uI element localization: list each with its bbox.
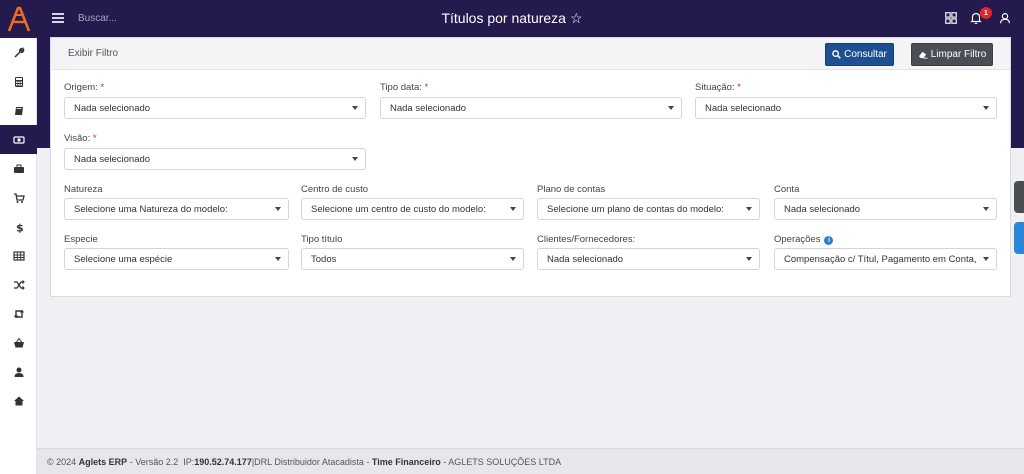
- chevron-down-icon: [983, 207, 989, 211]
- limpar-filtro-button[interactable]: Limpar Filtro: [911, 43, 993, 66]
- footer-owner: - AGLETS SOLUÇÕES LTDA: [443, 456, 562, 467]
- user-profile-icon[interactable]: [998, 11, 1014, 27]
- sidebar: $: [0, 38, 37, 474]
- tipo-titulo-label: Tipo título: [301, 234, 343, 245]
- centro-custo-label: Centro de custo: [301, 184, 369, 195]
- sidebar-item-cart[interactable]: [0, 183, 37, 212]
- footer-company: |DRL Distribuidor Atacadista -: [251, 456, 370, 467]
- chevron-down-icon: [746, 207, 752, 211]
- conta-select[interactable]: Nada selecionado: [774, 198, 997, 220]
- tipo-titulo-select[interactable]: Todos: [301, 248, 524, 270]
- chevron-down-icon: [352, 106, 358, 110]
- home-icon: [13, 396, 24, 405]
- chevron-down-icon: [746, 257, 752, 261]
- plano-contas-label: Plano de contas: [537, 184, 606, 195]
- page-title: Títulos por natureza: [441, 10, 566, 26]
- natureza-label: Natureza: [64, 184, 103, 195]
- sidebar-item-basket[interactable]: [0, 328, 37, 357]
- footer: © 2024 Aglets ERP - Versão 2.2 IP: 190.52…: [37, 448, 1024, 474]
- footer-ip-label: IP:: [183, 456, 195, 467]
- tipo-data-select[interactable]: Nada selecionado: [380, 97, 682, 119]
- origem-select[interactable]: Nada selecionado: [64, 97, 366, 119]
- chevron-down-icon: [983, 106, 989, 110]
- natureza-select[interactable]: Selecione uma Natureza do modelo:: [64, 198, 289, 220]
- toggle-filter-link[interactable]: Exibir Filtro: [68, 48, 118, 59]
- sidebar-item-tools[interactable]: [0, 38, 37, 67]
- info-icon[interactable]: i: [824, 236, 834, 245]
- sidebar-item-user[interactable]: [0, 357, 37, 386]
- shuffle-icon: [13, 279, 25, 290]
- chevron-down-icon: [510, 207, 516, 211]
- filter-panel: Exibir Filtro Consultar Limpar Filtro Or…: [50, 37, 1011, 297]
- footer-version: - Versão 2.2: [129, 456, 179, 467]
- clientes-select[interactable]: Nada selecionado: [537, 248, 760, 270]
- sidebar-item-shuffle[interactable]: [0, 270, 37, 299]
- situacao-label: Situação: *: [695, 82, 741, 93]
- sidebar-item-briefcase[interactable]: [0, 154, 37, 183]
- origem-label: Origem: *: [64, 82, 105, 93]
- chevron-down-icon: [275, 257, 281, 261]
- footer-ip: 190.52.74.177: [194, 456, 252, 467]
- chevron-down-icon: [275, 207, 281, 211]
- money-icon: [12, 135, 25, 144]
- footer-module: Time Financeiro: [371, 456, 441, 467]
- sidebar-item-retweet[interactable]: [0, 299, 37, 328]
- especie-select[interactable]: Selecione uma espécie: [64, 248, 289, 270]
- svg-text:$: $: [16, 221, 24, 233]
- chevron-down-icon: [352, 157, 358, 161]
- footer-app-name: Aglets ERP: [78, 456, 128, 467]
- page-title-wrap: Títulos por natureza ☆: [0, 10, 1024, 27]
- sidebar-item-financeiro[interactable]: [0, 125, 37, 154]
- side-panel-tab-dark[interactable]: [1014, 181, 1024, 213]
- visao-label: Visão: *: [64, 133, 97, 144]
- operacoes-label: Operações i: [774, 234, 834, 245]
- sidebar-item-home[interactable]: [0, 386, 37, 415]
- clientes-label: Clientes/Fornecedores:: [537, 234, 636, 245]
- table-icon: [12, 250, 25, 261]
- footer-copyright: © 2024: [47, 456, 77, 467]
- conta-label: Conta: [774, 184, 800, 195]
- sidebar-item-book[interactable]: [0, 96, 37, 125]
- side-panel-tab-blue[interactable]: [1014, 222, 1024, 254]
- chevron-down-icon: [510, 257, 516, 261]
- visao-select[interactable]: Nada selecionado: [64, 148, 366, 170]
- plano-contas-select[interactable]: Selecione um plano de contas do modelo:: [537, 198, 760, 220]
- notification-badge: 1: [980, 7, 992, 19]
- favorite-star-icon[interactable]: ☆: [570, 10, 583, 26]
- search-icon: [832, 50, 841, 59]
- basket-icon: [13, 337, 24, 347]
- situacao-select[interactable]: Nada selecionado: [695, 97, 997, 119]
- user-icon: [14, 367, 23, 377]
- retweet-icon: [13, 309, 24, 318]
- sidebar-item-table[interactable]: [0, 241, 37, 270]
- chevron-down-icon: [668, 106, 674, 110]
- book-icon: [14, 106, 23, 115]
- chevron-down-icon: [983, 257, 989, 261]
- briefcase-icon: [13, 164, 24, 173]
- consultar-button-label: Consultar: [844, 49, 887, 60]
- apps-grid-icon[interactable]: [944, 11, 960, 27]
- operacoes-select[interactable]: Compensação c/ Títul, Pagamento em Conta…: [774, 248, 997, 270]
- cart-icon: [13, 192, 25, 203]
- top-bar: Buscar... Títulos por natureza ☆ 1: [0, 0, 1024, 38]
- calculator-icon: [14, 76, 23, 87]
- consultar-button[interactable]: Consultar: [825, 43, 894, 66]
- especie-label: Especie: [64, 234, 98, 245]
- sidebar-item-dollar[interactable]: $: [0, 212, 37, 241]
- wrench-icon: [13, 47, 24, 58]
- centro-custo-select[interactable]: Selecione um centro de custo do modelo:: [301, 198, 524, 220]
- tipo-data-label: Tipo data: *: [380, 82, 429, 93]
- sidebar-item-calculator[interactable]: [0, 67, 37, 96]
- filter-panel-header: Exibir Filtro Consultar Limpar Filtro: [51, 38, 1010, 70]
- eraser-icon: [918, 51, 928, 59]
- dollar-icon: $: [16, 221, 24, 233]
- limpar-filtro-button-label: Limpar Filtro: [930, 49, 987, 60]
